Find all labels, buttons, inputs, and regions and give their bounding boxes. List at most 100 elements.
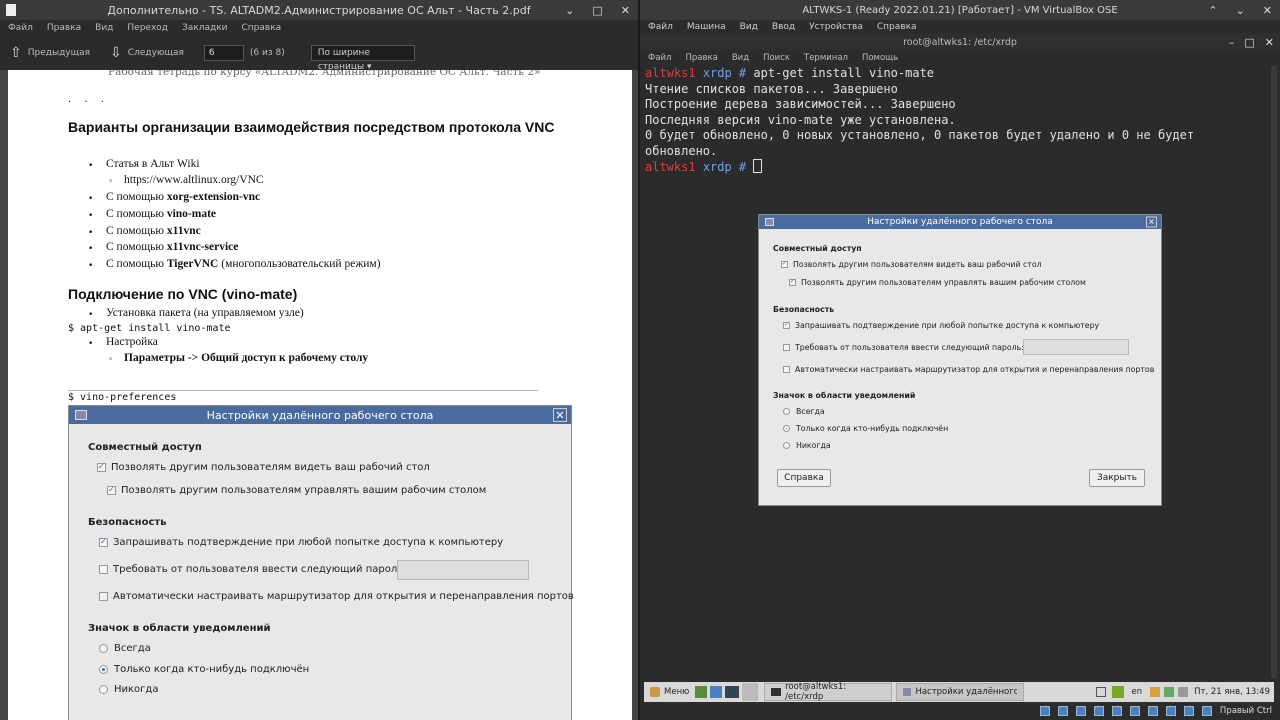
keyboard-layout[interactable]: en xyxy=(1132,687,1143,697)
arrow-up-icon: ⇧ xyxy=(10,45,22,61)
cpu-icon[interactable] xyxy=(1183,706,1194,716)
dialog-title: Настройки удалённого рабочего стола xyxy=(867,217,1053,227)
lock-icon[interactable] xyxy=(1095,687,1106,697)
maximize-icon[interactable]: □ xyxy=(592,4,602,17)
display-icon[interactable] xyxy=(1147,706,1158,716)
dialog-titlebar: Настройки удалённого рабочего стола ✕ xyxy=(759,215,1161,229)
term-menu-edit[interactable]: Правка xyxy=(685,53,717,63)
bullet-icon: • xyxy=(88,228,94,238)
allow-view-checkbox[interactable]: Позволять другим пользователям видеть ва… xyxy=(781,260,1042,269)
bullet-icon: • xyxy=(88,194,94,204)
taskbar-terminal[interactable]: root@altwks1: /etc/xrdp xyxy=(764,682,893,702)
radio-always[interactable]: Всегда xyxy=(783,407,825,416)
minimize-icon[interactable]: ⌄ xyxy=(565,4,574,17)
close-icon[interactable]: ✕ xyxy=(1146,216,1157,228)
terminal-line: обновлено. xyxy=(645,143,718,158)
term-menu-file[interactable]: Файл xyxy=(648,53,671,63)
help-button[interactable]: Справка xyxy=(777,469,831,487)
auto-router-checkbox[interactable]: Автоматически настраивать маршрутизатор … xyxy=(783,365,1154,374)
cursor xyxy=(753,159,763,173)
close-icon[interactable]: ✕ xyxy=(1263,4,1272,17)
chevron-up-icon[interactable]: ⌃ xyxy=(1208,4,1217,17)
vm-menu-help[interactable]: Справка xyxy=(877,22,917,32)
vm-menu-devices[interactable]: Устройства xyxy=(809,22,863,32)
zoom-select[interactable]: По ширине страницы ▾ xyxy=(310,45,415,72)
password-field[interactable] xyxy=(1023,339,1129,355)
bullet-icon: • xyxy=(88,261,94,271)
quick-launch-icon[interactable] xyxy=(725,686,740,698)
network-icon[interactable] xyxy=(1093,706,1104,716)
close-icon[interactable]: ✕ xyxy=(621,4,630,17)
require-pwd-checkbox: Требовать от пользователя ввести следующ… xyxy=(99,564,407,575)
close-button[interactable]: Закрыть xyxy=(1089,469,1145,487)
bullet-icon: ◦ xyxy=(108,177,114,187)
network-icon[interactable] xyxy=(1164,687,1175,697)
optical-icon[interactable] xyxy=(1057,706,1068,716)
ask-confirm-checkbox[interactable]: Запрашивать подтверждение при любой попы… xyxy=(783,321,1099,330)
guest-taskbar: Меню root@altwks1: /etc/xrdp Настройки у… xyxy=(644,682,1274,702)
quick-launch-icon[interactable] xyxy=(710,686,723,698)
menu-bookmarks[interactable]: Закладки xyxy=(182,23,228,33)
minimize-icon[interactable]: ⌄ xyxy=(1236,4,1245,17)
prefs-command: $ vino-preferences xyxy=(68,392,177,403)
keyboard-icon[interactable] xyxy=(1201,706,1212,716)
doc-dialog-titlebar: Настройки удалённого рабочего стола ✕ xyxy=(69,406,571,424)
workspace-switcher[interactable] xyxy=(742,683,759,701)
radio-only-connected[interactable]: Только когда кто-нибудь подключён xyxy=(783,424,948,433)
vm-menu-machine[interactable]: Машина xyxy=(687,22,726,32)
term-menu-search[interactable]: Поиск xyxy=(763,53,790,63)
menu-view[interactable]: Вид xyxy=(95,23,113,33)
require-pwd-checkbox[interactable]: Требовать от пользователя ввести следующ… xyxy=(783,343,1024,352)
vm-menu-file[interactable]: Файл xyxy=(648,22,673,32)
next-page-button[interactable]: ⇩ Следующая xyxy=(110,45,184,61)
term-menu-view[interactable]: Вид xyxy=(732,53,749,63)
minimize-icon[interactable]: – xyxy=(1229,36,1235,49)
document-area[interactable]: Рабочая тетрадь по курсу «ALTADM2. Админ… xyxy=(0,70,638,720)
terminal-window-controls: – □ ✕ xyxy=(1229,34,1274,50)
taskbar-dialog[interactable]: Настройки удалённого ра... xyxy=(896,683,1025,701)
menu-help[interactable]: Справка xyxy=(242,23,282,33)
ellipsis: . . . xyxy=(68,94,109,105)
menu-edit[interactable]: Правка xyxy=(47,23,81,33)
close-icon[interactable]: ✕ xyxy=(1265,36,1274,49)
security-header: Безопасность xyxy=(88,517,167,528)
terminal-scrollbar[interactable] xyxy=(1271,66,1277,678)
vm-menu-input[interactable]: Ввод xyxy=(772,22,795,32)
tray-icon[interactable] xyxy=(1111,686,1124,698)
recording-icon[interactable] xyxy=(1165,706,1176,716)
terminal-line: Чтение списков пакетов... Завершено xyxy=(645,81,898,96)
vm-window-title: ALTWKS-1 (Ready 2022.01.21) [Работает] -… xyxy=(802,4,1118,16)
audio-icon[interactable] xyxy=(1075,706,1086,716)
maximize-icon[interactable]: □ xyxy=(1244,36,1254,49)
menu-go[interactable]: Переход xyxy=(127,23,168,33)
term-menu-help[interactable]: Помощь xyxy=(862,53,898,63)
usb-icon[interactable] xyxy=(1111,706,1122,716)
menu-icon xyxy=(650,687,660,697)
clock[interactable]: Пт, 21 янв, 13:49 xyxy=(1194,687,1270,697)
allow-control-checkbox[interactable]: Позволять другим пользователям управлять… xyxy=(789,278,1086,287)
terminal-menubar: Файл Правка Вид Поиск Терминал Помощь xyxy=(640,50,1280,66)
prev-page-button[interactable]: ⇧ Предыдущая xyxy=(10,45,90,61)
start-menu-button[interactable]: Меню xyxy=(644,683,695,701)
radio-only-connected: Только когда кто-нибудь подключён xyxy=(99,664,309,675)
quick-launch-icon[interactable] xyxy=(695,686,708,698)
sound-icon[interactable] xyxy=(1178,687,1189,697)
pdf-titlebar: Дополнительно - TS. ALTADM2.Администриро… xyxy=(0,0,638,20)
vm-titlebar: ALTWKS-1 (Ready 2022.01.21) [Работает] -… xyxy=(640,0,1280,20)
vm-menu-view[interactable]: Вид xyxy=(740,22,758,32)
wiki-link[interactable]: https://www.altlinux.org/VNC xyxy=(124,174,264,186)
list-item: Статья в Альт Wiki xyxy=(106,158,200,170)
bullet-icon: • xyxy=(88,211,94,221)
radio-never[interactable]: Никогда xyxy=(783,441,831,450)
folder-icon[interactable] xyxy=(1150,687,1161,697)
hdd-icon[interactable] xyxy=(1039,706,1050,716)
check-icon xyxy=(99,537,108,547)
term-menu-terminal[interactable]: Терминал xyxy=(804,53,848,63)
config-path: Параметры -> Общий доступ к рабочему сто… xyxy=(124,352,369,364)
auto-router-label: Автоматически настраивать маршрутизатор … xyxy=(795,365,1155,374)
menu-file[interactable]: Файл xyxy=(8,23,33,33)
pdf-toolbar: ⇧ Предыдущая ⇩ Следующая 6 (6 из 8) По ш… xyxy=(0,36,638,72)
page-number-input[interactable]: 6 xyxy=(203,45,244,61)
ask-confirm-label: Запрашивать подтверждение при любой попы… xyxy=(113,537,504,548)
shared-folders-icon[interactable] xyxy=(1129,706,1140,716)
